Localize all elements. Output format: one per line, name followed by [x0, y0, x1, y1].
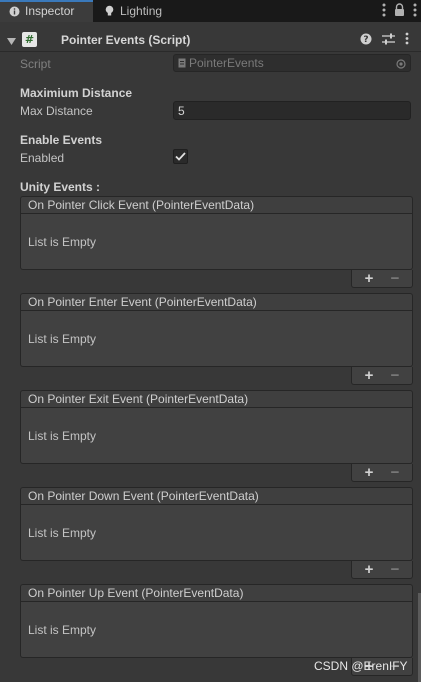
lock-icon[interactable]: [394, 3, 405, 20]
event-title: On Pointer Exit Event (PointerEventData): [28, 392, 249, 406]
max-distance-field[interactable]: 5: [173, 101, 411, 120]
more-vertical-icon[interactable]: [382, 3, 386, 20]
event-pointer-enter: On Pointer Enter Event (PointerEventData…: [20, 293, 413, 385]
event-list: List is Empty: [20, 408, 413, 464]
event-header: On Pointer Click Event (PointerEventData…: [20, 196, 413, 214]
section-heading-enable-events: Enable Events: [20, 133, 103, 147]
svg-text:?: ?: [363, 35, 368, 45]
max-distance-value: 5: [178, 103, 185, 118]
presets-icon[interactable]: [382, 33, 395, 48]
max-distance-label: Max Distance: [20, 104, 93, 118]
empty-list-text: List is Empty: [28, 235, 97, 249]
script-field[interactable]: PointerEvents: [173, 54, 411, 72]
component-header[interactable]: # Pointer Events (Script) ?: [0, 30, 421, 50]
event-pointer-up: On Pointer Up Event (PointerEventData) L…: [20, 584, 413, 676]
event-header: On Pointer Down Event (PointerEventData): [20, 487, 413, 505]
event-pointer-click: On Pointer Click Event (PointerEventData…: [20, 196, 413, 288]
event-title: On Pointer Up Event (PointerEventData): [28, 586, 244, 600]
component-title: Pointer Events (Script): [61, 33, 191, 47]
event-header: On Pointer Exit Event (PointerEventData): [20, 390, 413, 408]
foldout-arrow-icon[interactable]: [7, 35, 16, 49]
remove-listener-button[interactable]: −: [391, 465, 400, 480]
enabled-label: Enabled: [20, 151, 65, 165]
remove-listener-button[interactable]: −: [391, 271, 400, 286]
event-list: List is Empty: [20, 505, 413, 561]
event-title: On Pointer Down Event (PointerEventData): [28, 489, 259, 503]
section-heading-unity-events: Unity Events :: [20, 180, 101, 194]
event-list: List is Empty: [20, 602, 413, 658]
remove-listener-button[interactable]: −: [391, 368, 400, 383]
add-listener-button[interactable]: +: [365, 562, 374, 577]
event-list-footer: + −: [351, 561, 413, 579]
lightbulb-icon: [104, 5, 115, 17]
event-list-footer: + −: [351, 367, 413, 385]
empty-list-text: List is Empty: [28, 429, 97, 443]
tab-bar: Inspector Lighting: [0, 0, 421, 22]
event-list: List is Empty: [20, 311, 413, 367]
event-pointer-down: On Pointer Down Event (PointerEventData)…: [20, 487, 413, 579]
object-picker-icon[interactable]: [396, 58, 406, 72]
empty-list-text: List is Empty: [28, 526, 97, 540]
remove-listener-button[interactable]: −: [391, 562, 400, 577]
enabled-checkbox[interactable]: [173, 149, 188, 164]
add-listener-button[interactable]: +: [365, 465, 374, 480]
csharp-script-icon: #: [22, 32, 37, 47]
add-listener-button[interactable]: +: [365, 368, 374, 383]
info-icon: [9, 6, 20, 17]
help-icon[interactable]: ?: [360, 33, 372, 48]
active-tab-accent: [0, 0, 93, 2]
event-header: On Pointer Up Event (PointerEventData): [20, 584, 413, 602]
script-value: PointerEvents: [189, 56, 264, 70]
tab-inspector-label: Inspector: [25, 4, 75, 18]
event-title: On Pointer Click Event (PointerEventData…: [28, 198, 255, 212]
add-listener-button[interactable]: +: [365, 271, 374, 286]
section-heading-max-distance: Maximium Distance: [20, 86, 133, 100]
more-vertical-icon[interactable]: [405, 32, 409, 48]
watermark: CSDN @ErenIFY: [314, 659, 408, 673]
header-divider: [0, 51, 421, 52]
event-list: List is Empty: [20, 214, 413, 270]
event-pointer-exit: On Pointer Exit Event (PointerEventData)…: [20, 390, 413, 482]
empty-list-text: List is Empty: [28, 332, 97, 346]
empty-list-text: List is Empty: [28, 623, 97, 637]
tab-inspector[interactable]: Inspector: [0, 0, 93, 22]
event-title: On Pointer Enter Event (PointerEventData…: [28, 295, 257, 309]
event-header: On Pointer Enter Event (PointerEventData…: [20, 293, 413, 311]
event-list-footer: + −: [351, 464, 413, 482]
tab-lighting-label: Lighting: [120, 4, 163, 18]
event-list-footer: + −: [351, 270, 413, 288]
script-asset-icon: [178, 58, 186, 68]
checkmark-icon: [175, 150, 186, 164]
tab-lighting[interactable]: Lighting: [96, 0, 176, 22]
script-label: Script: [20, 57, 51, 71]
more-vertical-icon[interactable]: [413, 3, 417, 20]
